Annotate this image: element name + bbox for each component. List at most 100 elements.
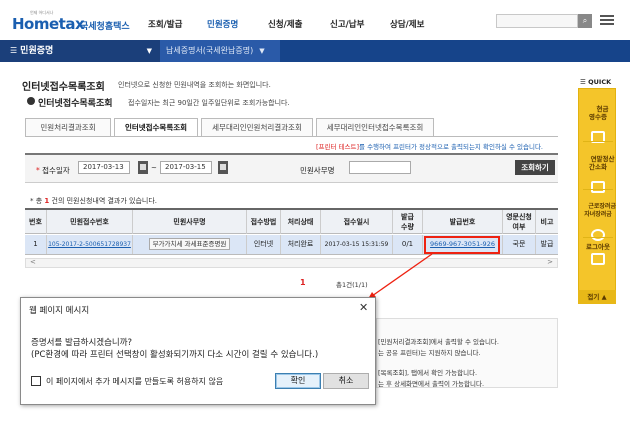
tab-internet-list[interactable]: 인터넷접수목록조회 bbox=[114, 118, 198, 137]
list-icon: ☰ bbox=[10, 46, 18, 55]
cell-english: 국문 bbox=[503, 235, 536, 254]
col-header-receipt-no: 민원접수번호 bbox=[47, 210, 133, 234]
cell-office: 부가가치세 과세표준증명원 bbox=[133, 235, 247, 254]
result-count: * 총 1 건의 민원신청내역 결과가 있습니다. bbox=[30, 196, 157, 206]
result-number: 1 bbox=[44, 197, 50, 205]
date-to-input[interactable]: 2017-03-15 bbox=[160, 161, 212, 174]
dialog-message-note: (PC환경에 따라 프린터 선택창이 활성화되기까지 다소 시간이 걸릴 수 있… bbox=[31, 350, 319, 360]
lock-icon bbox=[591, 253, 605, 265]
section-desc: 접수일자는 최근 90일간 일주일단위로 조회가능합니다. bbox=[128, 99, 290, 107]
menu-icon[interactable] bbox=[600, 13, 614, 27]
info-line: 는 후 상세화면에서 출력이 가능합니다. bbox=[378, 380, 485, 388]
confirm-dialog: 웹 페이지 메시지 ✕ 증명서를 발급하시겠습니까? (PC환경에 따라 프린터… bbox=[20, 297, 376, 405]
nav-item-consult[interactable]: 상담/제보 bbox=[390, 18, 424, 30]
tab-result-inquiry[interactable]: 민원처리결과조회 bbox=[25, 118, 111, 137]
col-header-no: 번호 bbox=[25, 210, 47, 234]
quick-year-end-label: 연말정산 간소화 bbox=[589, 155, 615, 171]
quick-collapse-label: 접기 bbox=[587, 293, 600, 301]
scroll-right-icon[interactable]: > bbox=[547, 258, 553, 266]
divider bbox=[583, 237, 613, 238]
col-header-datetime: 접수일시 bbox=[321, 210, 393, 234]
search-icon[interactable]: ⌕ bbox=[578, 14, 592, 28]
breadcrumb: ☰ 민원증명 ▼ 납세증명서(국세완납증명) ▼ bbox=[0, 40, 630, 62]
horizontal-scrollbar[interactable]: < > bbox=[25, 258, 558, 268]
logo-wordmark: Hometax bbox=[12, 15, 85, 33]
bullet-icon bbox=[27, 97, 35, 105]
office-name-button[interactable]: 부가가치세 과세표준증명원 bbox=[148, 238, 231, 250]
ok-button[interactable]: 확인 bbox=[275, 373, 321, 389]
info-line: [민원처리결과조회]에서 출력할 수 있습니다. bbox=[378, 338, 499, 346]
nav-item-filing[interactable]: 신고/납부 bbox=[330, 18, 364, 30]
required-mark: * bbox=[36, 166, 40, 175]
date-label-text: 접수일자 bbox=[42, 166, 70, 175]
printer-test-link[interactable]: [프린터 테스트] bbox=[316, 143, 359, 151]
office-label: 민원사무명 bbox=[300, 166, 335, 175]
office-name-input[interactable] bbox=[349, 161, 411, 174]
dialog-message: 증명서를 발급하시겠습니까? bbox=[31, 338, 133, 348]
page-number[interactable]: 1 bbox=[300, 278, 306, 287]
tab-agent-result[interactable]: 세무대리인민원처리결과조회 bbox=[201, 118, 313, 137]
breadcrumb-home[interactable]: ☰ 민원증명 ▼ bbox=[0, 40, 160, 62]
nav-item-application[interactable]: 신청/제출 bbox=[268, 18, 302, 30]
calculator-icon bbox=[591, 181, 605, 193]
col-header-method: 접수방법 bbox=[247, 210, 281, 234]
dialog-title: 웹 페이지 메시지 bbox=[29, 306, 90, 316]
breadcrumb-sub-label: 납세증명서(국세완납증명) bbox=[166, 46, 254, 55]
suppress-checkbox[interactable] bbox=[31, 376, 41, 386]
quick-incentive-label: 근로장려금 자녀장려금 bbox=[584, 203, 616, 218]
search-button[interactable]: 조회하기 bbox=[515, 160, 555, 175]
col-header-issue-no: 발급번호 bbox=[423, 210, 503, 234]
divider bbox=[583, 141, 613, 142]
chevron-down-icon: ▼ bbox=[259, 47, 265, 55]
page-total: 총1건(1/1) bbox=[336, 281, 368, 289]
date-label: * 접수일자 bbox=[36, 165, 70, 176]
heart-icon bbox=[591, 229, 605, 241]
quick-collapse-button[interactable]: 접기 ▲ bbox=[578, 290, 616, 304]
hometax-logo[interactable]: 언제 어디서나 Hometax 국세청홈택스 bbox=[12, 10, 132, 34]
breadcrumb-home-label: 민원증명 bbox=[20, 46, 54, 56]
quick-menu-title: ☰ QUICK bbox=[580, 78, 612, 86]
cell-receipt-no[interactable]: 105-2017-2-500651728937 bbox=[47, 235, 133, 254]
top-search-input[interactable] bbox=[496, 14, 578, 28]
nav-item-inquiry[interactable]: 조회/발급 bbox=[148, 18, 182, 30]
quick-cash-receipt-label: 현금 영수증 bbox=[589, 105, 609, 121]
col-header-status: 처리상태 bbox=[281, 210, 321, 234]
cancel-button[interactable]: 취소 bbox=[323, 373, 369, 389]
col-header-quantity: 발급 수량 bbox=[393, 210, 423, 234]
close-icon[interactable]: ✕ bbox=[359, 301, 368, 314]
suppress-checkbox-label[interactable]: 이 페이지에서 추가 메시지를 만들도록 허용하지 않음 bbox=[46, 376, 271, 388]
calendar-icon[interactable] bbox=[138, 161, 148, 174]
col-header-english: 영문신청 여부 bbox=[503, 210, 536, 234]
tab-bar: 민원처리결과조회 인터넷접수목록조회 세무대리인민원처리결과조회 세무대리인인터… bbox=[25, 118, 437, 137]
chevron-down-icon: ▼ bbox=[146, 47, 152, 55]
printer-notice-text: 를 수행하여 프린터가 정상적으로 출력되는지 확인하실 수 있습니다. bbox=[359, 143, 544, 151]
page-title: 인터넷접수목록조회 bbox=[22, 82, 105, 93]
quick-logout[interactable]: 로그아웃 bbox=[579, 243, 617, 265]
logo-korean: 국세청홈택스 bbox=[80, 22, 130, 32]
date-from-input[interactable]: 2017-03-13 bbox=[78, 161, 130, 174]
col-header-office: 민원사무명 bbox=[133, 210, 247, 234]
breadcrumb-sub[interactable]: 납세증명서(국세완납증명) ▼ bbox=[160, 40, 280, 62]
col-header-note: 비고 bbox=[540, 218, 554, 226]
result-prefix: * 총 bbox=[30, 197, 43, 205]
highlight-box bbox=[424, 236, 500, 254]
info-line: [목록조회], 탭에서 확인 가능합니다. bbox=[378, 369, 478, 377]
calendar-icon[interactable] bbox=[218, 161, 228, 174]
quick-title-text: QUICK bbox=[588, 78, 612, 86]
table-header: 번호 민원접수번호 민원사무명 접수방법 처리상태 접수일시 발급 수량 발급번… bbox=[25, 208, 558, 234]
cell-method: 인터넷 bbox=[247, 235, 281, 254]
cell-datetime: 2017-03-15 15:31:59 bbox=[321, 235, 393, 254]
tab-agent-internet-list[interactable]: 세무대리인인터넷접수목록조회 bbox=[316, 118, 434, 137]
section-title: 인터넷접수목록조회 bbox=[38, 99, 113, 109]
date-separator: ~ bbox=[151, 164, 157, 172]
top-header: 언제 어디서나 Hometax 국세청홈택스 조회/발급 민원증명 신청/제출 … bbox=[0, 0, 630, 40]
quick-menu: 현금 영수증 연말정산 간소화 근로장려금 자녀장려금 로그아웃 bbox=[578, 88, 616, 304]
result-suffix: 건의 민원신청내역 결과가 있습니다. bbox=[51, 197, 158, 205]
info-line: 는 공유 프린터)는 지원하지 않습니다. bbox=[378, 349, 481, 357]
scroll-left-icon[interactable]: < bbox=[30, 258, 36, 266]
cell-quantity: 0/1 bbox=[393, 235, 423, 254]
nav-item-certificates[interactable]: 민원증명 bbox=[207, 18, 238, 30]
page-title-desc: 인터넷으로 신청한 민원내역을 조회하는 화면입니다. bbox=[118, 81, 271, 89]
divider bbox=[583, 189, 613, 190]
cell-status: 처리완료 bbox=[281, 235, 321, 254]
